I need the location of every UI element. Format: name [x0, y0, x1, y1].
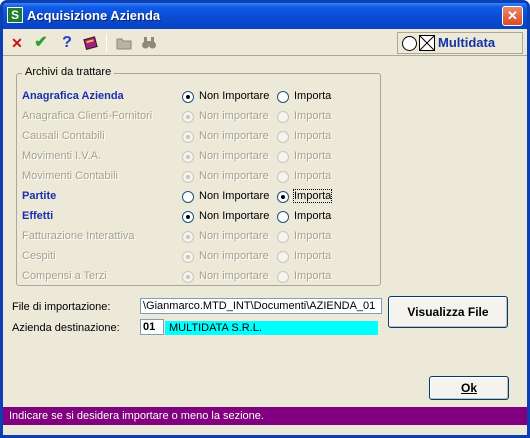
radio-importa — [277, 231, 289, 243]
radio-importa-label: Importa — [294, 170, 332, 182]
archivio-label: Fatturazione Interattiva — [22, 230, 135, 242]
radio-non-importare-label: Non importare — [199, 250, 269, 262]
toolbar-separator — [106, 34, 107, 52]
radio-non-importare-label[interactable]: Non Importare — [199, 190, 269, 202]
help-icon[interactable]: ? — [59, 35, 75, 51]
radio-selected-dot — [186, 115, 190, 119]
radio-non-importare-label: Non importare — [199, 270, 269, 282]
visualizza-file-button[interactable]: Visualizza File — [388, 296, 508, 328]
archivio-label: Effetti — [22, 210, 54, 222]
archivio-label: Movimenti Contabili — [22, 170, 118, 182]
radio-non-importare[interactable] — [182, 91, 194, 103]
archivio-label: Cespiti — [22, 250, 56, 262]
radio-selected-dot — [186, 155, 190, 159]
radio-non-importare-label: Non importare — [199, 150, 269, 162]
radio-non-importare — [182, 251, 194, 263]
archivio-label: Movimenti I.V.A. — [22, 150, 102, 162]
radio-importa-label[interactable]: Importa — [294, 90, 331, 102]
radio-importa — [277, 131, 289, 143]
radio-importa-label: Importa — [294, 150, 332, 162]
brand-logo: Multidata — [397, 32, 523, 54]
radio-selected-dot — [186, 215, 190, 219]
radio-selected-dot — [186, 255, 190, 259]
radio-selected-dot — [281, 195, 285, 199]
status-bar: Indicare se si desidera importare o meno… — [3, 407, 527, 425]
radio-selected-dot — [186, 175, 190, 179]
radio-non-importare — [182, 231, 194, 243]
radio-importa-label: Importa — [294, 270, 332, 282]
radio-importa[interactable] — [277, 91, 289, 103]
azienda-code-field[interactable]: 01 — [140, 319, 164, 335]
archivio-label: Causali Contabili — [22, 130, 105, 142]
archivio-label: Anagrafica Azienda — [22, 90, 124, 102]
radio-non-importare[interactable] — [182, 191, 194, 203]
folder-icon[interactable] — [116, 35, 132, 51]
radio-non-importare-label[interactable]: Non Importare — [199, 210, 269, 222]
title-bar[interactable]: S Acquisizione Azienda ✕ — [3, 3, 527, 29]
book-icon[interactable] — [83, 35, 99, 51]
radio-importa[interactable] — [277, 191, 289, 203]
radio-selected-dot — [186, 235, 190, 239]
cancel-icon[interactable]: ✕ — [9, 35, 25, 51]
window: S Acquisizione Azienda ✕ ✕ ✔ ? Multidata… — [0, 0, 530, 438]
radio-selected-dot — [186, 135, 190, 139]
radio-importa — [277, 171, 289, 183]
radio-non-importare-label: Non importare — [199, 110, 269, 122]
radio-importa-label[interactable]: Importa — [292, 189, 333, 203]
logo-cross-box-icon — [419, 35, 435, 51]
ok-button-label: Ok — [460, 381, 477, 395]
radio-importa-label: Importa — [294, 110, 332, 122]
radio-selected-dot — [186, 275, 190, 279]
radio-importa[interactable] — [277, 211, 289, 223]
brand-name: Multidata — [438, 35, 496, 50]
ok-button[interactable]: Ok — [429, 376, 509, 400]
file-import-field[interactable]: \Gianmarco.MTD_INT\Documenti\AZIENDA_01 — [140, 298, 382, 314]
radio-non-importare-label: Non importare — [199, 170, 269, 182]
azienda-name-field: MULTIDATA S.R.L. — [165, 321, 378, 335]
radio-importa-label: Importa — [294, 130, 332, 142]
radio-non-importare-label: Non importare — [199, 130, 269, 142]
radio-non-importare[interactable] — [182, 211, 194, 223]
radio-importa — [277, 111, 289, 123]
radio-importa — [277, 271, 289, 283]
radio-non-importare — [182, 131, 194, 143]
radio-importa-label: Importa — [294, 250, 332, 262]
archivio-label: Partite — [22, 190, 57, 202]
archivi-legend: Archivi da trattare — [22, 66, 115, 78]
file-import-label: File di importazione: — [12, 301, 111, 313]
radio-non-importare — [182, 111, 194, 123]
radio-non-importare — [182, 271, 194, 283]
archivio-label: Anagrafica Clienti-Fornitori — [22, 110, 153, 122]
radio-non-importare-label: Non importare — [199, 230, 269, 242]
confirm-icon[interactable]: ✔ — [33, 35, 49, 51]
radio-non-importare — [182, 171, 194, 183]
radio-importa — [277, 151, 289, 163]
app-icon: S — [7, 7, 23, 23]
radio-non-importare — [182, 151, 194, 163]
close-button[interactable]: ✕ — [502, 6, 523, 26]
azienda-destination-label: Azienda destinazione: — [12, 322, 120, 334]
binoculars-icon[interactable] — [141, 35, 157, 51]
radio-importa-label: Importa — [294, 230, 332, 242]
window-title: Acquisizione Azienda — [27, 8, 161, 23]
radio-importa-label[interactable]: Importa — [294, 210, 331, 222]
bottom-strip — [3, 425, 527, 435]
radio-non-importare-label[interactable]: Non Importare — [199, 90, 269, 102]
radio-importa — [277, 251, 289, 263]
logo-circle-icon — [402, 36, 417, 51]
archivio-label: Compensi a Terzi — [22, 270, 107, 282]
toolbar: ✕ ✔ ? Multidata — [3, 29, 527, 56]
radio-selected-dot — [186, 95, 190, 99]
